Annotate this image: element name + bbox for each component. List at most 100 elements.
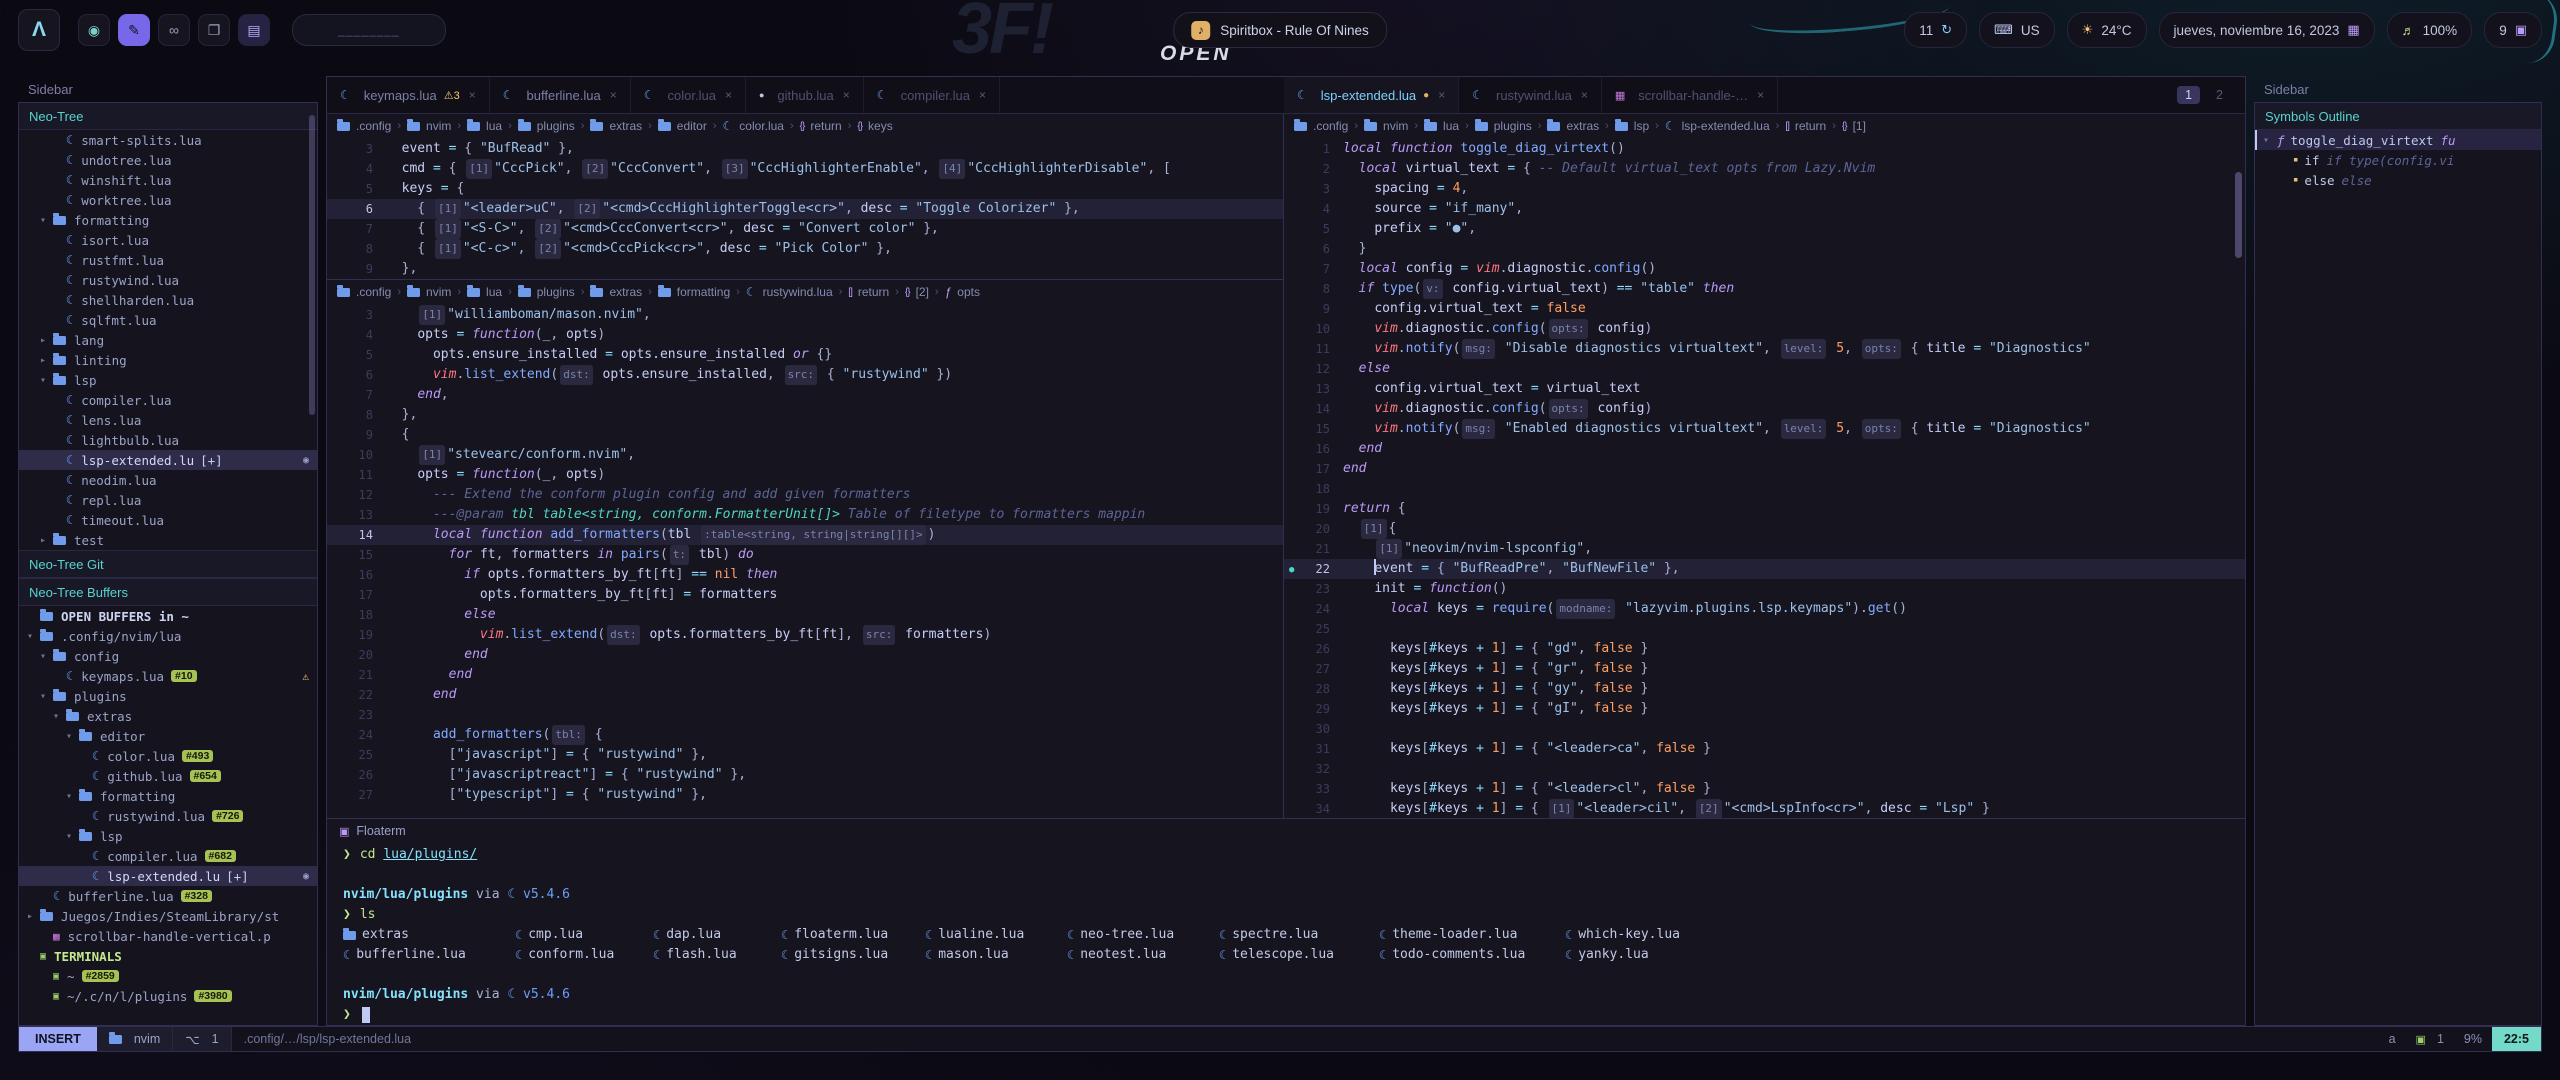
tree-item[interactable]: ☾worktree.lua	[19, 190, 317, 210]
breadcrumb-item[interactable]: .config	[337, 119, 391, 133]
tree-item[interactable]: ☾compiler.lua	[19, 390, 317, 410]
code-area[interactable]: 1local function toggle_diag_virtext()2 l…	[1284, 138, 2245, 818]
breadcrumb-item[interactable]: {}keys	[857, 119, 892, 133]
terminal-ls-item[interactable]: ☾theme-loader.lua	[1379, 925, 1565, 945]
tree-item[interactable]: ☾lsp-extended.lu[+]◉	[19, 450, 317, 470]
tabpage-2[interactable]: 2	[2208, 86, 2231, 104]
terminal-ls-item[interactable]: ☾dap.lua	[653, 925, 781, 945]
breadcrumb-item[interactable]: plugins	[518, 285, 575, 299]
tree-item[interactable]: ☾neodim.lua	[19, 470, 317, 490]
volume-pill[interactable]: ♬100%	[2387, 12, 2473, 48]
tree-item[interactable]: ☾shellharden.lua	[19, 290, 317, 310]
tab[interactable]: ▦scrollbar-handle-…×	[1602, 77, 1778, 113]
tab[interactable]: ☾compiler.lua×	[864, 77, 1000, 113]
breadcrumb-item[interactable]: lua	[467, 285, 502, 299]
breadcrumb-item[interactable]: ƒopts	[945, 285, 980, 299]
tree-item[interactable]: ▾formatting	[19, 210, 317, 230]
neo-tree-header[interactable]: Neo-Tree	[19, 103, 317, 130]
tab[interactable]: ●github.lua×	[746, 77, 864, 113]
close-tab-icon[interactable]: ×	[1581, 88, 1588, 102]
breadcrumb-item[interactable]: ☾color.lua	[723, 119, 784, 133]
terminal-ls-item[interactable]: ☾floaterm.lua	[781, 925, 925, 945]
tab[interactable]: ☾lsp-extended.lua●×	[1284, 77, 1459, 113]
breadcrumb-item[interactable]: lua	[1424, 119, 1459, 133]
tree-item[interactable]: ☾color.lua#493	[19, 746, 317, 766]
music-widget[interactable]: ♪ Spiritbox - Rule Of Nines	[1173, 12, 1387, 48]
breadcrumb-item[interactable]: {}[2]	[905, 285, 929, 299]
tab[interactable]: ☾color.lua×	[631, 77, 746, 113]
terminal-output[interactable]: ❯cd lua/plugins/nvim/lua/plugins via ☾ v…	[327, 843, 2245, 1025]
tree-item[interactable]: ☾rustywind.lua	[19, 270, 317, 290]
tab[interactable]: ☾keymaps.lua⚠3×	[327, 77, 490, 113]
breadcrumb-item[interactable]: extras	[1547, 119, 1599, 133]
terminal-ls-item[interactable]: ☾mason.lua	[925, 945, 1067, 965]
tab[interactable]: ☾rustywind.lua×	[1459, 77, 1602, 113]
terminal-ls-item[interactable]: ☾telescope.lua	[1219, 945, 1379, 965]
edit-button[interactable]: ✎	[118, 14, 150, 46]
breadcrumb-item[interactable]: []return	[848, 285, 889, 299]
notes-button[interactable]: ▤	[238, 14, 270, 46]
tree-item[interactable]: ▸test	[19, 530, 317, 550]
breadcrumb-item[interactable]: lsp	[1615, 119, 1649, 133]
date-pill[interactable]: jueves, noviembre 16, 2023▦	[2159, 12, 2375, 48]
breadcrumb-item[interactable]: lua	[467, 119, 502, 133]
tree-item[interactable]: ▣~/.c/n/l/plugins#3980	[19, 986, 317, 1006]
terminal-ls-item[interactable]: ☾cmp.lua	[515, 925, 653, 945]
tree-item[interactable]: ☾lsp-extended.lu[+]◉	[19, 866, 317, 886]
tree-item[interactable]: ▸Juegos/Indies/SteamLibrary/st	[19, 906, 317, 926]
tree-item[interactable]: ▾plugins	[19, 686, 317, 706]
close-tab-icon[interactable]: ×	[1757, 88, 1764, 102]
breadcrumb-item[interactable]: ☾lsp-extended.lua	[1665, 119, 1770, 133]
tree-item[interactable]: ▸lang	[19, 330, 317, 350]
keyboard-layout-pill[interactable]: ⌨US	[1979, 12, 2055, 48]
breadcrumb-item[interactable]: ☾rustywind.lua	[746, 285, 833, 299]
tree-item[interactable]: ☾rustywind.lua#726	[19, 806, 317, 826]
tabpage-1[interactable]: 1	[2177, 86, 2200, 104]
close-tab-icon[interactable]: ×	[843, 88, 850, 102]
breadcrumb-item[interactable]: nvim	[1364, 119, 1408, 133]
close-tab-icon[interactable]: ×	[1438, 88, 1445, 102]
close-tab-icon[interactable]: ×	[725, 88, 732, 102]
breadcrumb-item[interactable]: formatting	[658, 285, 730, 299]
breadcrumb-item[interactable]: nvim	[407, 285, 451, 299]
breadcrumb-item[interactable]: {}[1]	[1842, 119, 1866, 133]
terminal-ls-item[interactable]: ☾bufferline.lua	[343, 945, 515, 965]
tree-item[interactable]: ▾.config/nvim/lua	[19, 626, 317, 646]
tree-item[interactable]: ☾isort.lua	[19, 230, 317, 250]
launcher-button[interactable]: Λ	[18, 9, 60, 51]
breadcrumb-item[interactable]: extras	[590, 285, 642, 299]
breadcrumb-item[interactable]: extras	[590, 119, 642, 133]
neo-tree-buffers-header[interactable]: Neo-Tree Buffers	[19, 578, 317, 606]
tree-item[interactable]: ☾smart-splits.lua	[19, 130, 317, 150]
tree-item[interactable]: ☾github.lua#654	[19, 766, 317, 786]
tree-item[interactable]: ☾bufferline.lua#328	[19, 886, 317, 906]
terminal-ls-item[interactable]: ☾flash.lua	[653, 945, 781, 965]
tree-item[interactable]: ▸linting	[19, 350, 317, 370]
breadcrumb-item[interactable]: []return	[1785, 119, 1826, 133]
tree-item[interactable]: ▾extras	[19, 706, 317, 726]
tree-item[interactable]: ▣TERMINALS	[19, 946, 317, 966]
close-tab-icon[interactable]: ×	[979, 88, 986, 102]
tree-item[interactable]: ☾repl.lua	[19, 490, 317, 510]
breadcrumb-item[interactable]: {}return	[800, 119, 842, 133]
tree-item[interactable]: ☾lens.lua	[19, 410, 317, 430]
topbar-prompt[interactable]: ________	[292, 14, 446, 46]
terminal-ls-item[interactable]: ☾neotest.lua	[1067, 945, 1219, 965]
tree-item[interactable]: ☾compiler.lua#682	[19, 846, 317, 866]
terminal-ls-item[interactable]: ☾lualine.lua	[925, 925, 1067, 945]
breadcrumb-item[interactable]: .config	[1294, 119, 1348, 133]
sidebar-scrollbar[interactable]	[309, 115, 315, 415]
terminal-ls-item[interactable]: ☾conform.lua	[515, 945, 653, 965]
breadcrumb-item[interactable]: nvim	[407, 119, 451, 133]
tree-item[interactable]: ☾keymaps.lua#10⚠	[19, 666, 317, 686]
terminal-ls-item[interactable]: ☾spectre.lua	[1219, 925, 1379, 945]
close-tab-icon[interactable]: ×	[610, 88, 617, 102]
link-button[interactable]: ∞	[158, 14, 190, 46]
scrollbar-handle[interactable]	[2235, 172, 2242, 258]
breadcrumb-item[interactable]: editor	[658, 119, 707, 133]
symbol-item[interactable]: ▪elseelse	[2255, 170, 2541, 190]
breadcrumb-item[interactable]: plugins	[1475, 119, 1532, 133]
updates-pill[interactable]: 11↻	[1904, 12, 1967, 48]
tree-item[interactable]: ☾timeout.lua	[19, 510, 317, 530]
breadcrumb-item[interactable]: plugins	[518, 119, 575, 133]
